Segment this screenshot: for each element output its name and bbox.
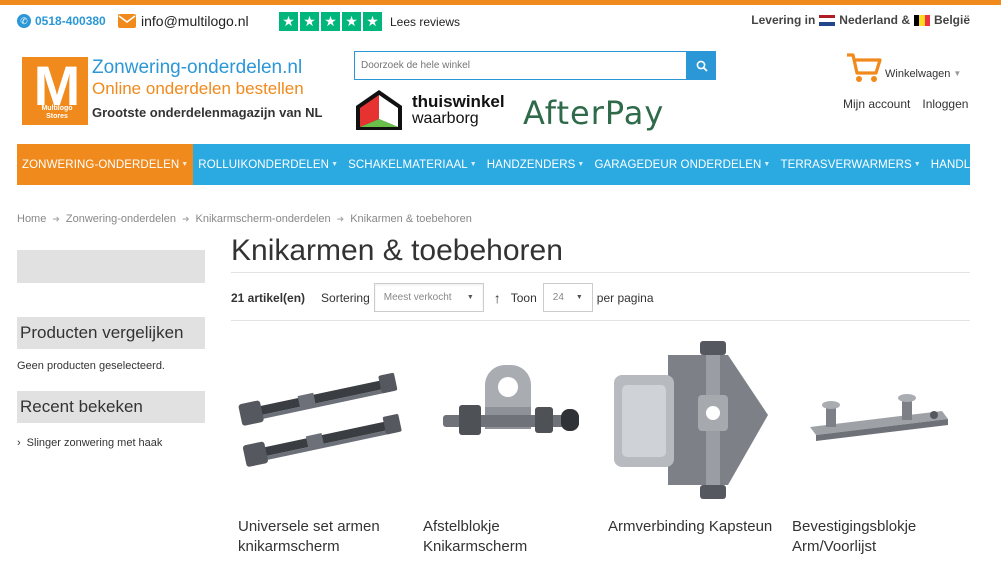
arrow-right-icon: ➜ (336, 214, 345, 224)
divider (231, 320, 970, 321)
logo-tagline: Online onderdelen bestellen (92, 79, 304, 98)
product-image[interactable] (238, 335, 408, 505)
chevron-down-icon: ▼ (577, 161, 585, 168)
star-icon: ★ (342, 12, 361, 31)
phone-link[interactable]: ✆ 0518-400380 (17, 14, 106, 28)
star-icon: ★ (363, 12, 382, 31)
recent-item-label: Slinger zonwering met haak (26, 437, 163, 449)
page-title: Knikarmen & toebehoren (231, 234, 563, 267)
show-label: Toon (510, 290, 537, 305)
product-name[interactable]: Afstelblokje Knikarmscherm (423, 517, 598, 557)
product-name[interactable]: Bevestigingsblokje Arm/Voorlijst (792, 517, 967, 557)
chevron-down-icon: ▼ (331, 161, 339, 168)
trustpilot-reviews[interactable]: ★ ★ ★ ★ ★ Lees reviews (279, 12, 460, 31)
nav-item-schakelmateriaal[interactable]: SCHAKELMATERIAAL ▼ (343, 144, 482, 185)
limiter-select[interactable]: 24 ▼ (542, 283, 593, 312)
thuiswinkel-badge[interactable]: thuiswinkel waarborg (354, 88, 505, 132)
chevron-down-icon: ▼ (575, 294, 583, 301)
afterpay-logo: AfterPay (523, 94, 665, 132)
breadcrumb-knikarmscherm[interactable]: Knikarmscherm-onderdelen (196, 213, 331, 226)
sort-select[interactable]: Meest verkocht ▼ (373, 283, 484, 312)
star-icon: ★ (321, 12, 340, 31)
product-image[interactable] (608, 335, 778, 505)
logo-slogan: Grootste onderdelenmagazijn van NL (92, 105, 323, 120)
chevron-down-icon: ▼ (466, 294, 474, 301)
breadcrumb-zonwering[interactable]: Zonwering-onderdelen (66, 213, 176, 226)
sort-label: Sortering (321, 290, 370, 305)
search-input[interactable] (354, 51, 687, 80)
phone-icon: ✆ (17, 14, 31, 28)
nav-item-handzenders[interactable]: HANDZENDERS ▼ (482, 144, 590, 185)
email-address: info@multilogo.nl (141, 13, 249, 29)
breadcrumb-home[interactable]: Home (17, 213, 46, 226)
chevron-down-icon: ▼ (763, 161, 771, 168)
account-links: Mijn account Inloggen (843, 97, 968, 111)
breadcrumb-current: Knikarmen & toebehoren (350, 213, 472, 225)
thuiswinkel-text: thuiswinkel (412, 92, 505, 111)
breadcrumb: Home ➜ Zonwering-onderdelen ➜ Knikarmsch… (17, 213, 472, 226)
logo-mark: M Multilogo Stores (22, 54, 88, 125)
reviews-link-label: Lees reviews (390, 14, 461, 29)
cart-icon (847, 53, 882, 82)
arrow-right-icon: ➜ (52, 214, 60, 224)
sidebar-filter-block (17, 250, 205, 283)
arrow-right-icon: ➜ (181, 214, 190, 224)
product-image[interactable] (423, 335, 593, 505)
star-icon: ★ (279, 12, 298, 31)
chevron-down-icon: ▼ (913, 161, 921, 168)
email-link[interactable]: info@multilogo.nl (118, 13, 249, 29)
chevron-down-icon: ▼ (953, 69, 962, 78)
search-button[interactable] (687, 51, 716, 80)
divider (231, 272, 970, 273)
nav-item-garagedeur-onderdelen[interactable]: GARAGEDEUR ONDERDELEN ▼ (589, 144, 775, 185)
delivery-prefix: Levering in (751, 13, 816, 27)
delivery-nl: Nederland & (839, 13, 910, 27)
my-account-link[interactable]: Mijn account (843, 97, 910, 111)
minicart[interactable]: Winkelwagen ▼ (846, 52, 961, 84)
chevron-down-icon: ▼ (181, 161, 189, 168)
recent-title: Recent bekeken (17, 391, 205, 423)
nav-item-terrasverwarmers[interactable]: TERRASVERWARMERS ▼ (775, 144, 925, 185)
star-icon: ★ (300, 12, 319, 31)
product-name[interactable]: Universele set armen knikarmscherm (238, 517, 413, 557)
search-form (354, 51, 716, 80)
compare-title: Producten vergelijken (17, 317, 205, 349)
netherlands-flag-icon (819, 14, 836, 26)
product-image[interactable] (792, 335, 962, 505)
envelope-icon (118, 14, 136, 28)
sort-direction-arrow-icon[interactable]: ↑ (494, 290, 501, 306)
delivery-info: Levering in Nederland & België (751, 13, 970, 27)
products-toolbar: 21 artikel(en) Sortering Meest verkocht … (231, 283, 654, 312)
phone-number: 0518-400380 (35, 14, 106, 28)
top-bar: ✆ 0518-400380 info@multilogo.nl ★ ★ ★ ★ … (0, 5, 1001, 41)
product-count: 21 artikel(en) (231, 290, 306, 305)
site-logo[interactable]: M Multilogo Stores Zonwering-onderdelen.… (22, 54, 322, 125)
cart-label: Winkelwagen (885, 68, 951, 80)
login-link[interactable]: Inloggen (922, 97, 968, 111)
thuiswinkel-house-icon (356, 90, 402, 130)
nav-item-zonwering-onderdelen[interactable]: ZONWERING-ONDERDELEN ▼ (17, 144, 194, 185)
chevron-down-icon: ▼ (469, 161, 477, 168)
belgium-flag-icon (913, 14, 930, 26)
logo-title: Zonwering-onderdelen.nl (92, 57, 303, 78)
product-name[interactable]: Armverbinding Kapsteun (608, 517, 783, 537)
nav-item-rolluikonderdelen[interactable]: ROLLUIKONDERDELEN ▼ (193, 144, 343, 185)
trustpilot-stars: ★ ★ ★ ★ ★ (279, 12, 382, 31)
search-icon (696, 60, 708, 72)
chevron-right-icon: › (17, 437, 21, 449)
nav-item-handleidingen[interactable]: HANDLEIDINGEN▼ (926, 144, 1001, 185)
delivery-be: België (933, 13, 970, 27)
main-navigation: ZONWERING-ONDERDELEN ▼ ROLLUIKONDERDELEN ▼… (17, 144, 1001, 185)
waarborg-text: waarborg (412, 110, 479, 127)
compare-empty-text: Geen producten geselecteerd. (17, 360, 165, 372)
recent-item[interactable]: › Slinger zonwering met haak (17, 437, 162, 449)
per-page-label: per pagina (596, 290, 654, 305)
